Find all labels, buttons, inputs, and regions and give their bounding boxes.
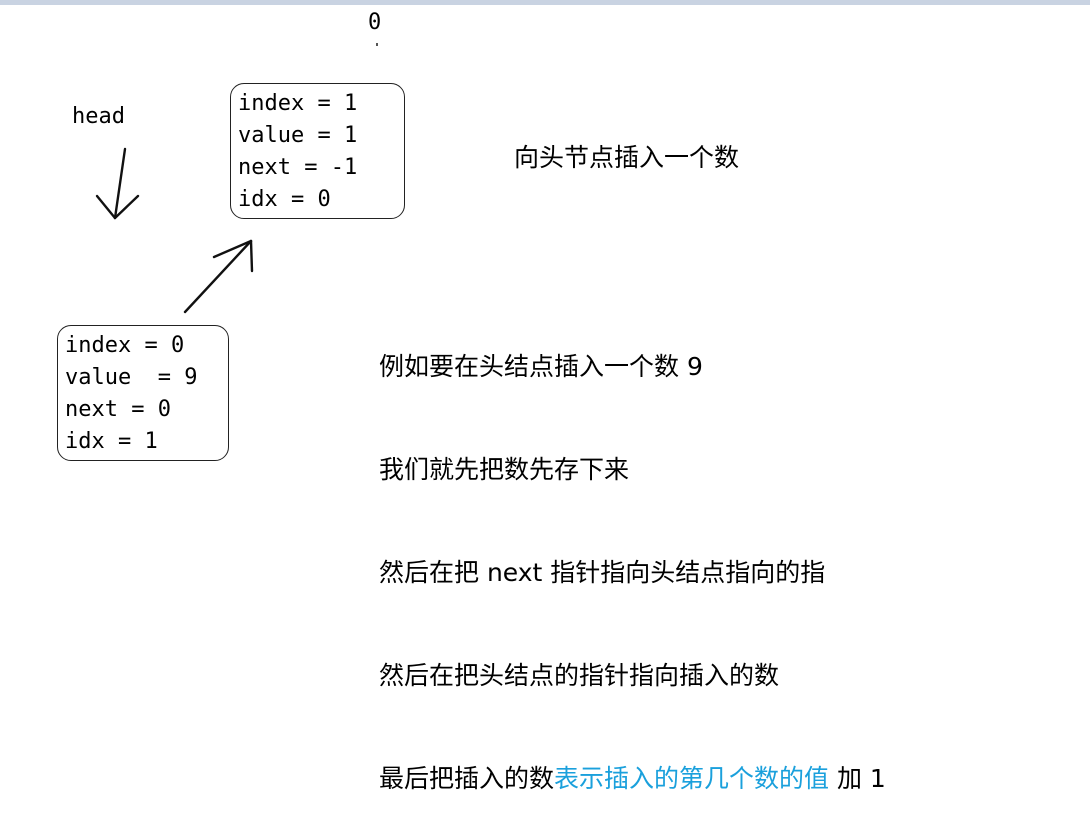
note-line-4: 然后在把头结点的指针指向插入的数 — [379, 661, 780, 690]
link-arrow — [183, 239, 254, 314]
note-line-1: 例如要在头结点插入一个数 9 — [379, 352, 703, 381]
note-line-2: 我们就先把数先存下来 — [379, 455, 630, 484]
head-arrow — [95, 147, 140, 220]
node-second-value: value = 9 — [65, 365, 198, 390]
node-second-idx: idx = 1 — [65, 429, 158, 454]
node-first-idx: idx = 0 — [238, 187, 331, 212]
title-note: 向头节点插入一个数 — [514, 143, 740, 172]
node-box-second: index = 0 value = 9 next = 0 idx = 1 — [57, 325, 229, 461]
note-line-5-highlight: 表示插入的第几个数的值 — [554, 764, 830, 793]
node-second-next: next = 0 — [65, 397, 171, 422]
note-line-5-prefix: 最后把插入的数 — [379, 764, 555, 793]
node-second-index: index = 0 — [65, 333, 185, 358]
explanation-notes: 例如要在头结点插入一个数 9 我们就先把数先存下来 然后在把 next 指针指向… — [379, 286, 886, 830]
node-first-index: index = 1 — [238, 91, 358, 116]
node-first-next: next = -1 — [238, 155, 358, 180]
note-line-3: 然后在把 next 指针指向头结点指向的指 — [379, 558, 826, 587]
note-line-5: 最后把插入的数表示插入的第几个数的值 加 1 — [379, 756, 886, 801]
note-line-5-suffix: 加 1 — [829, 764, 886, 793]
node-box-first: index = 1 value = 1 next = -1 idx = 0 — [230, 83, 405, 219]
node-first-value: value = 1 — [238, 123, 358, 148]
